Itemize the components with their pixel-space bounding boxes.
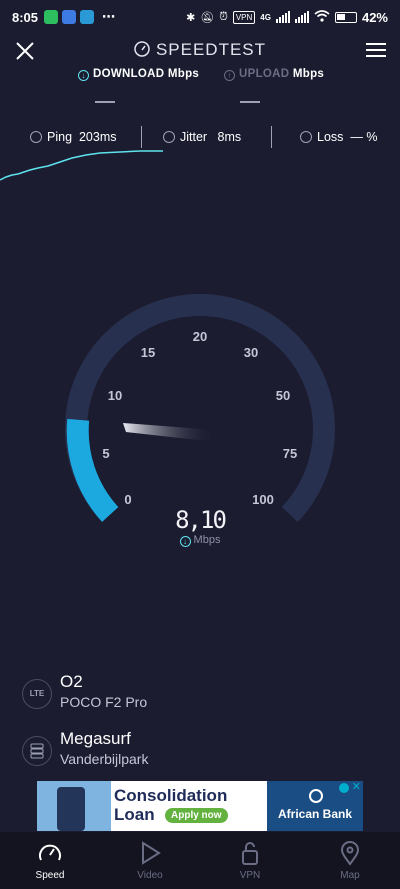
speed-readout: 8,10 ↓ Mbps [150,506,250,547]
map-pin-icon [340,841,360,866]
upload-label: UPLOAD [239,68,290,80]
download-metric: ↓ DOWNLOAD Mbps [78,68,199,81]
nav-item-vpn[interactable]: VPN [200,832,300,889]
download-value-placeholder [95,101,115,103]
nav-item-video[interactable]: Video [100,832,200,889]
throughput-line [0,150,163,181]
upload-arrow-icon: ↑ [224,70,235,81]
battery-icon [334,11,357,23]
notification-app-icon [80,10,95,24]
speed-unit: Mbps [193,534,221,546]
gauge-progress [66,418,119,522]
throughput-graph [0,150,163,181]
download-arrow-icon: ↓ [179,536,191,547]
download-arrow-icon: ↓ [78,70,89,81]
menu-icon[interactable] [366,43,386,59]
upload-value-placeholder [240,101,260,103]
gauge-tick-20: 20 [193,329,207,344]
signal-icon [275,11,290,23]
speedometer-icon [39,844,61,861]
device-name: POCO F2 Pro [60,694,148,710]
jitter-stat: Jitter 8ms [163,130,241,144]
loss-stat: Loss — % [300,130,377,144]
status-time: 8:05 [12,9,39,25]
status-bar: 8:05 ⋯ ✱ 🔕︎ ⏰︎ VPN 4G 42% [0,0,400,34]
server-name: Megasurf [60,729,131,748]
stat-divider [271,126,272,148]
app-title: SPEEDTEST [0,40,400,60]
download-label: DOWNLOAD [93,68,165,80]
ad-close-icon[interactable]: ✕ [352,782,361,793]
jitter-value: 8ms [217,130,242,144]
speed-unit-row: ↓ Mbps [150,534,250,547]
server-icon [22,736,52,766]
gauge-tick-100: 100 [252,492,274,507]
gauge-tick-75: 75 [283,446,297,461]
loss-label: Loss [317,130,344,144]
app-header: SPEEDTEST [0,34,400,70]
loss-icon [300,131,312,143]
nav-label-map: Map [340,870,360,881]
ad-info-icon[interactable] [339,783,349,793]
ad-image [37,781,111,831]
gauge-tick-10: 10 [108,388,122,403]
vpn-icon: VPN [232,10,256,24]
african-bank-logo-icon [309,789,323,803]
play-icon [142,841,161,865]
gauge-tick-5: 5 [102,446,109,461]
app-title-text: SPEEDTEST [155,40,267,59]
home-app-icon [62,10,77,24]
upload-unit: Mbps [292,68,325,80]
whatsapp-icon [44,10,59,24]
provider-name: O2 [60,672,83,691]
ad-banner[interactable]: Consolidation Loan Apply now African Ban… [37,781,363,831]
signal-2-icon [294,11,309,23]
speedometer-logo-icon [134,41,150,57]
lock-icon [242,842,258,865]
lte-icon: LTE [22,679,52,709]
server-location: Vanderbijlpark [60,751,149,767]
more-notifications-icon: ⋯ [102,9,117,24]
ad-title-line2: Loan [114,805,155,824]
battery-percentage: 42% [361,9,388,25]
bluetooth-icon: ✱ [186,11,196,24]
ad-apply-button[interactable]: Apply now [165,808,228,823]
gauge-tick-30: 30 [244,345,258,360]
jitter-label: Jitter [180,130,208,144]
mute-icon: 🔕︎ [200,11,215,24]
upload-metric: ↑ UPLOAD Mbps [224,68,324,81]
gauge-tick-0: 0 [124,492,131,507]
nav-item-speed[interactable]: Speed [0,832,100,889]
gauge-needle [123,423,216,442]
gauge-tick-15: 15 [141,345,155,360]
network-type-icon: 4G [260,12,271,22]
download-unit: Mbps [167,68,200,80]
speed-value: 8,10 [175,506,227,534]
nav-label-speed: Speed [35,870,65,881]
nav-label-vpn: VPN [239,870,261,881]
bottom-nav: Speed Video VPN Map [0,832,400,889]
gauge-tick-50: 50 [276,388,290,403]
loss-value: — % [350,130,378,144]
ad-brand-name: African Bank [277,807,353,821]
wifi-icon [314,9,330,25]
ad-title-line1: Consolidation [114,786,228,805]
nav-label-video: Video [137,870,163,881]
alarm-icon: ⏰︎ [219,10,228,23]
nav-item-map[interactable]: Map [300,832,400,889]
